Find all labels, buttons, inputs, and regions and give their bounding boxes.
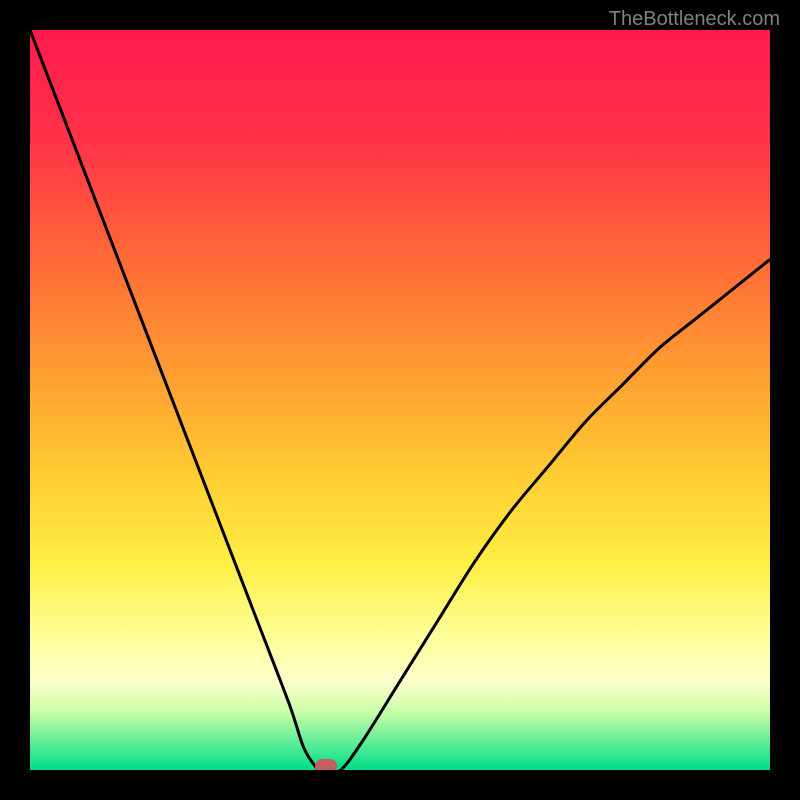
optimal-marker — [315, 759, 337, 770]
watermark-text: TheBottleneck.com — [609, 8, 780, 31]
bottleneck-curve — [30, 30, 770, 770]
chart-container — [30, 30, 770, 770]
